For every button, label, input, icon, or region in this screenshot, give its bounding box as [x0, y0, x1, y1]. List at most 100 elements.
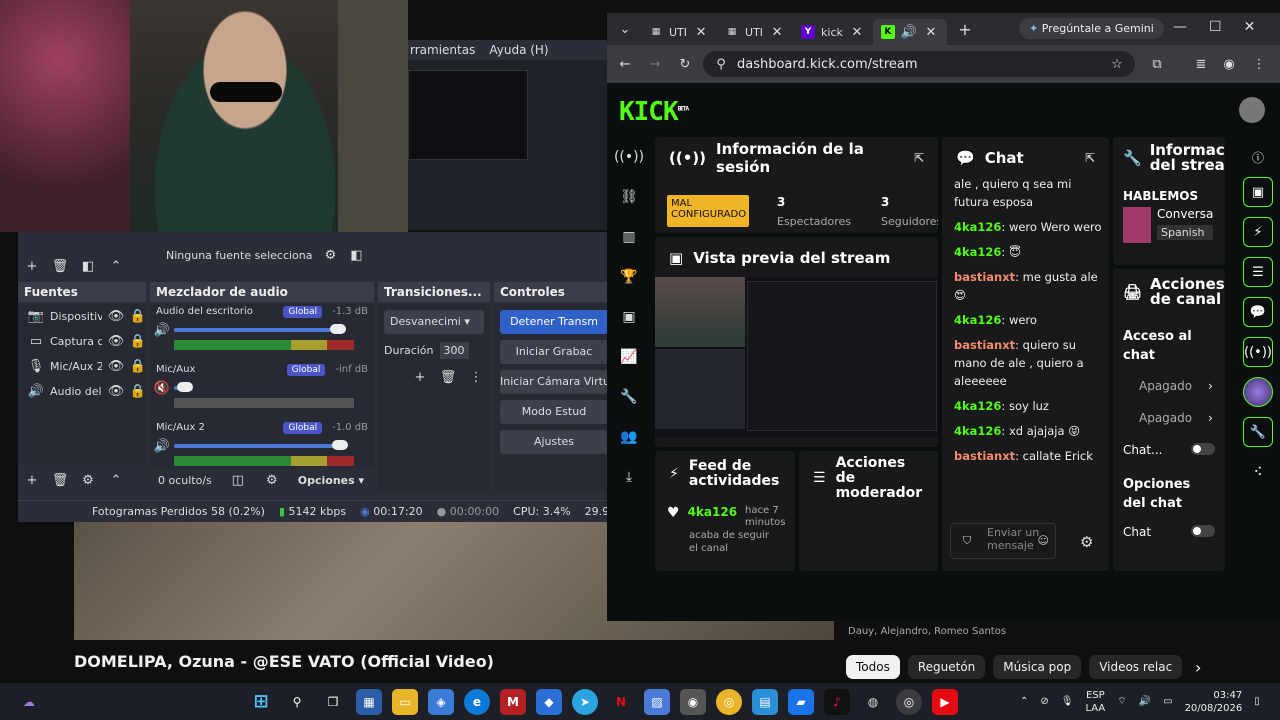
- netflix-icon[interactable]: N: [608, 689, 634, 715]
- chip-regueton[interactable]: Reguetón: [907, 655, 986, 679]
- extensions-icon[interactable]: ⧉: [1149, 56, 1165, 72]
- edge-icon[interactable]: e: [464, 688, 490, 715]
- emoji-icon[interactable]: ☺: [1038, 534, 1049, 547]
- source-item[interactable]: 🎙 Mic/Aux 2 👁 🔒: [18, 354, 146, 379]
- chat-toggle[interactable]: [1191, 443, 1215, 455]
- mcafee-icon[interactable]: M: [500, 688, 526, 715]
- chevron-up-icon[interactable]: ⌃: [1020, 696, 1028, 707]
- menu-herramientas[interactable]: rramientas: [410, 43, 475, 57]
- close-icon[interactable]: ✕: [849, 24, 865, 40]
- eye-icon[interactable]: 👁: [108, 359, 125, 375]
- new-tab-icon[interactable]: +: [957, 20, 973, 39]
- more-icon[interactable]: ⋮: [468, 369, 484, 385]
- gemini-button[interactable]: ✦ Pregúntale a Gemini: [1019, 18, 1164, 39]
- list-icon[interactable]: ☰: [1243, 257, 1273, 287]
- eye-icon[interactable]: 👁: [108, 309, 125, 325]
- gear-icon[interactable]: ⚙: [323, 247, 339, 263]
- obs-icon[interactable]: ◍: [860, 689, 886, 715]
- url-field[interactable]: ⚲ dashboard.kick.com/stream ☆: [703, 51, 1135, 77]
- trash-icon[interactable]: 🗑: [440, 369, 457, 385]
- battery-icon[interactable]: ▭: [1163, 696, 1172, 707]
- tab-uti-2[interactable]: ▦ UTI ✕: [717, 19, 793, 45]
- volume-icon[interactable]: 🔊: [1139, 696, 1151, 707]
- gear-icon[interactable]: ⚙: [80, 472, 96, 488]
- profile-icon[interactable]: ◉: [1221, 56, 1237, 72]
- source-item[interactable]: 🔊 Audio del 👁 🔒: [18, 379, 146, 404]
- trophy-icon[interactable]: 🏆: [607, 257, 651, 297]
- tab-kick-yahoo[interactable]: Ykick ✕: [793, 19, 873, 45]
- maximize-icon[interactable]: ☐: [1209, 19, 1222, 35]
- windows-start-icon[interactable]: ⊞: [248, 689, 274, 715]
- avatar[interactable]: [1239, 97, 1265, 123]
- info-icon[interactable]: ⓘ: [1236, 137, 1280, 177]
- chrome-menu-icon[interactable]: ⋮: [1251, 56, 1267, 72]
- link-icon[interactable]: ⛓: [607, 177, 651, 217]
- chat-username[interactable]: bastianxt: [954, 449, 1015, 463]
- clock[interactable]: 03:47 20/08/2026: [1185, 689, 1243, 715]
- chart-icon[interactable]: 📈: [607, 337, 651, 377]
- reading-list-icon[interactable]: ≣: [1193, 56, 1209, 72]
- camera-icon[interactable]: ◉: [680, 688, 706, 715]
- options-button[interactable]: Opciones ▾: [298, 474, 364, 487]
- track-global-badge[interactable]: Global: [283, 422, 323, 434]
- share-icon[interactable]: ⠪: [1236, 457, 1280, 487]
- notifications-icon[interactable]: ▯: [1254, 696, 1260, 707]
- source-item[interactable]: ▭ Captura d 👁 🔒: [18, 329, 146, 354]
- transition-select[interactable]: Desvanecimi ▾: [384, 310, 484, 334]
- category-name[interactable]: Conversa: [1157, 207, 1213, 221]
- close-icon[interactable]: ✕: [923, 24, 939, 40]
- chat-toggle-2[interactable]: [1191, 525, 1215, 537]
- wrench-icon[interactable]: 🔧: [1243, 417, 1273, 447]
- add-icon[interactable]: +: [24, 258, 40, 274]
- volume-slider[interactable]: [174, 328, 336, 332]
- minimize-icon[interactable]: —: [1173, 19, 1187, 35]
- forward-icon[interactable]: →: [647, 56, 663, 72]
- task-view-icon[interactable]: ❐: [320, 689, 346, 715]
- volume-slider[interactable]: [174, 444, 338, 448]
- speaker-icon[interactable]: 🔊: [154, 322, 170, 338]
- settings-icon[interactable]: ⚙: [264, 472, 280, 488]
- wrench-icon[interactable]: 🔧: [607, 377, 651, 417]
- store-icon[interactable]: ▦: [356, 688, 382, 715]
- add-icon[interactable]: +: [24, 472, 40, 488]
- chevron-up-icon[interactable]: ⌃: [108, 472, 124, 488]
- lock-icon[interactable]: 🔒: [130, 334, 146, 350]
- video-icon[interactable]: ▣: [607, 297, 651, 337]
- chat-username[interactable]: bastianxt: [954, 338, 1015, 352]
- filters-icon[interactable]: ◧: [349, 247, 365, 263]
- tab-search-icon[interactable]: ⌄: [617, 21, 633, 37]
- download-icon[interactable]: ⤓: [607, 457, 651, 497]
- chat-username[interactable]: 4ka126: [954, 313, 1001, 327]
- vpn-icon[interactable]: ◆: [536, 688, 562, 715]
- stop-stream-button[interactable]: Detener Transm: [500, 310, 608, 334]
- track-global-badge[interactable]: Global: [283, 306, 323, 318]
- reload-icon[interactable]: ↻: [677, 56, 693, 72]
- calculator-icon[interactable]: ▤: [752, 688, 778, 715]
- volume-slider-knob[interactable]: [332, 440, 348, 450]
- studio-mode-button[interactable]: Modo Estud: [500, 400, 608, 424]
- users-icon[interactable]: 👥: [607, 417, 651, 457]
- tiktok-icon[interactable]: ♪: [824, 688, 850, 715]
- analytics-icon[interactable]: ▥: [607, 217, 651, 257]
- chat-access-option-1[interactable]: Apagado ›: [1113, 365, 1225, 393]
- stream-icon[interactable]: ((•)): [607, 137, 651, 177]
- copilot-icon[interactable]: ◈: [428, 688, 454, 715]
- tab-uti-1[interactable]: ▦ UTI ✕: [641, 19, 717, 45]
- popout-icon[interactable]: ⇱: [914, 151, 924, 165]
- chevron-up-icon[interactable]: ⌃: [108, 258, 124, 274]
- lock-icon[interactable]: 🔒: [130, 384, 146, 400]
- feed-user[interactable]: 4ka126: [688, 505, 737, 519]
- eye-icon[interactable]: 👁: [108, 334, 125, 350]
- start-virtual-camera-button[interactable]: Iniciar Cámara Virtu: [500, 370, 608, 394]
- bolt-icon[interactable]: ⚡: [1243, 217, 1273, 247]
- kick-logo[interactable]: KICKBETA: [619, 97, 689, 127]
- filter-icon[interactable]: ◧: [80, 258, 96, 274]
- chat-username[interactable]: 4ka126: [954, 220, 1001, 234]
- language-indicator[interactable]: ESP LAA: [1085, 689, 1105, 715]
- lock-icon[interactable]: 🔒: [130, 309, 146, 325]
- chat-username[interactable]: 4ka126: [954, 399, 1001, 413]
- volume-slider-knob[interactable]: [330, 324, 346, 334]
- start-recording-button[interactable]: Iniciar Grabac: [500, 340, 608, 364]
- chip-videos-relacionados[interactable]: Videos relac: [1089, 655, 1183, 679]
- close-window-icon[interactable]: ✕: [1244, 19, 1256, 35]
